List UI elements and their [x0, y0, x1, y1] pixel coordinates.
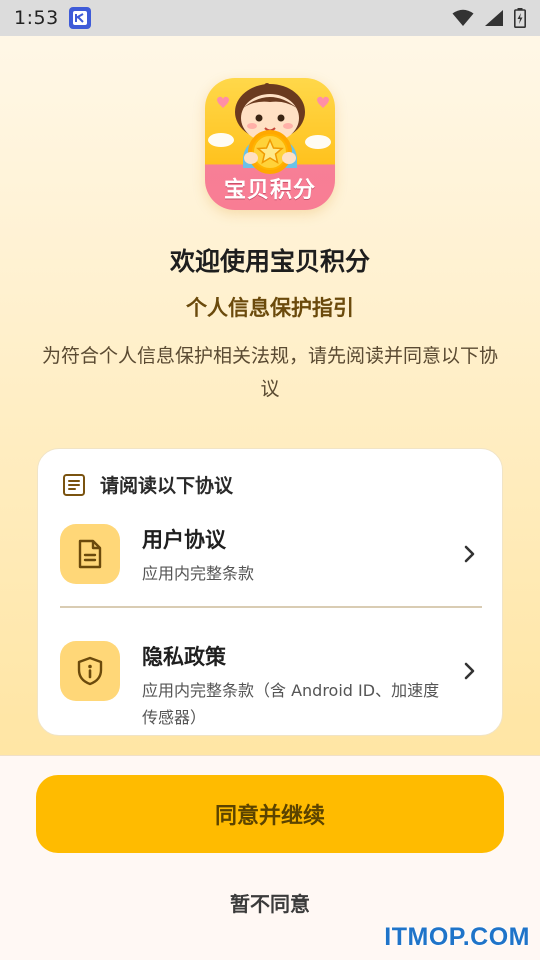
bottom-action-panel: 同意并继续 暂不同意 ITMOP.COM [0, 755, 540, 960]
status-bar: 1:53 [0, 0, 540, 36]
row-divider [60, 606, 482, 608]
app-logo: 宝贝积分 [205, 78, 335, 210]
privacy-policy-subtitle: 应用内完整条款（含 Android ID、加速度传感器） [142, 681, 440, 727]
app-logo-label: 宝贝积分 [223, 178, 316, 203]
user-agreement-subtitle: 应用内完整条款 [142, 564, 255, 583]
privacy-policy-title: 隐私政策 [142, 645, 226, 669]
privacy-consent-screen: 1:53 宝贝积分 欢迎使用宝贝积分 个人信息保护指引 为符合个人信息保护相关法… [0, 0, 540, 960]
agree-continue-button[interactable]: 同意并继续 [36, 775, 504, 853]
shield-info-icon [60, 641, 120, 701]
app-notification-icon [68, 7, 91, 29]
decline-button[interactable]: 暂不同意 [170, 884, 370, 920]
user-agreement-row[interactable]: 用户协议 应用内完整条款 [60, 524, 484, 587]
privacy-policy-row[interactable]: 隐私政策 应用内完整条款（含 Android ID、加速度传感器） [60, 641, 484, 731]
privacy-policy-text: 隐私政策 应用内完整条款（含 Android ID、加速度传感器） [142, 641, 442, 731]
card-header-label: 请阅读以下协议 [100, 475, 234, 497]
signal-icon [485, 10, 503, 26]
status-time: 1:53 [14, 7, 59, 29]
consent-description: 为符合个人信息保护相关法规，请先阅读并同意以下协议 [41, 345, 498, 400]
user-agreement-text: 用户协议 应用内完整条款 [142, 524, 442, 587]
chevron-right-icon [460, 542, 480, 566]
battery-icon [514, 8, 526, 28]
card-header: 请阅读以下协议 [62, 471, 233, 498]
watermark: ITMOP.COM [384, 923, 530, 951]
wifi-icon [452, 9, 474, 26]
user-agreement-title: 用户协议 [142, 528, 226, 552]
document-icon [60, 524, 120, 584]
status-icons [452, 8, 526, 28]
agreements-card: 请阅读以下协议 用户协议 应用内完整条款 隐私政策 应用内完整条款（含 Andr… [37, 448, 503, 736]
document-list-icon [63, 473, 85, 496]
chevron-right-icon [460, 659, 480, 683]
privacy-guide-subtitle: 个人信息保护指引 [186, 296, 354, 320]
welcome-title: 欢迎使用宝贝积分 [169, 247, 370, 276]
